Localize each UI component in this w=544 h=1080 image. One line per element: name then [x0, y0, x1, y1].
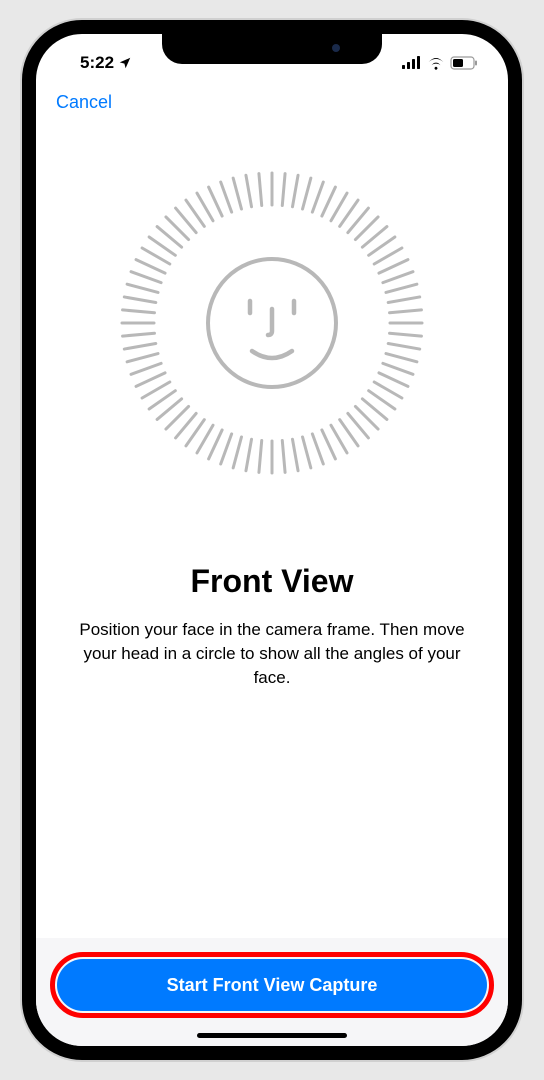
wifi-icon: [427, 56, 445, 70]
start-capture-button[interactable]: Start Front View Capture: [57, 959, 487, 1011]
main-content: Front View Position your face in the cam…: [36, 123, 508, 689]
home-indicator[interactable]: [197, 1033, 347, 1038]
callout-highlight: Start Front View Capture: [50, 952, 494, 1018]
face-id-graphic: [112, 163, 432, 483]
cancel-button[interactable]: Cancel: [56, 92, 112, 113]
location-icon: [118, 56, 132, 70]
page-title: Front View: [191, 563, 354, 600]
page-description: Position your face in the camera frame. …: [72, 618, 472, 689]
status-time: 5:22: [80, 53, 114, 73]
face-icon: [250, 301, 294, 358]
battery-icon: [450, 56, 478, 70]
notch: [162, 32, 382, 64]
front-camera-dot: [332, 44, 340, 52]
nav-bar: Cancel: [36, 82, 508, 123]
phone-frame: 5:22 Cancel: [22, 20, 522, 1060]
footer: Start Front View Capture: [36, 938, 508, 1046]
cellular-icon: [402, 56, 422, 70]
